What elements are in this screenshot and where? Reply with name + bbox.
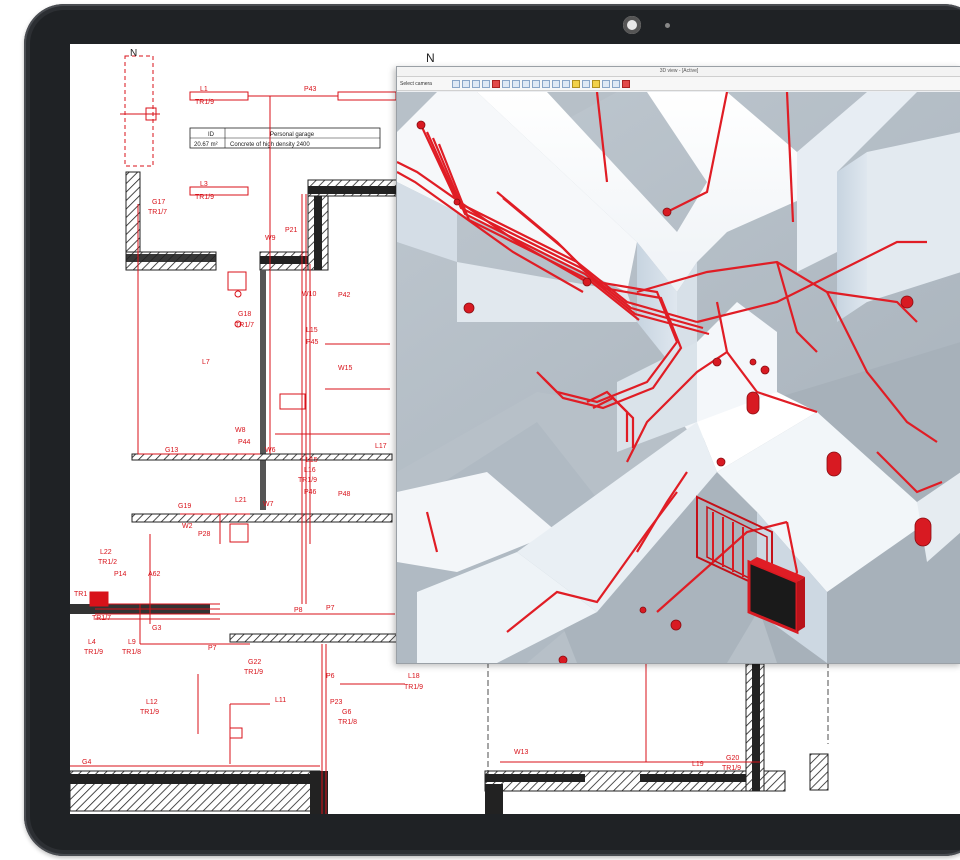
plan-element (124, 55, 154, 167)
plan-label: TR1/9 (244, 669, 263, 676)
select-tool-icon[interactable] (501, 79, 510, 88)
plan-label: P48 (338, 491, 351, 498)
plan-label: G13 (165, 447, 178, 454)
plan-label: G20 (726, 755, 739, 762)
plan-label: P21 (285, 227, 298, 234)
light-icon[interactable] (571, 79, 580, 88)
settings-icon[interactable] (611, 79, 620, 88)
print-icon[interactable] (531, 79, 540, 88)
3d-view-window[interactable]: 3D view - [Active] Select camera (396, 66, 960, 664)
section-icon[interactable] (561, 79, 570, 88)
plan-label: W6 (265, 447, 276, 454)
material-table: ID Personal garage 20.67 m² Concrete of … (189, 127, 381, 149)
plan-label: TR1/9 (722, 765, 741, 772)
plan-label: L7 (202, 359, 210, 366)
tablet-screen: N N ID Personal garage 20.67 m² Concrete… (70, 44, 960, 814)
plan-label: TR1/9 (404, 684, 423, 691)
front-camera-icon (623, 16, 641, 34)
select-camera-label[interactable]: Select camera (400, 81, 432, 87)
plan-label: L15 (306, 327, 318, 334)
orbit-tool-icon[interactable] (451, 79, 460, 88)
plan-label: TR1/7 (148, 209, 167, 216)
plan-label: L22 (100, 549, 112, 556)
plan-label: TR1/8 (338, 719, 357, 726)
plan-label: P43 (304, 86, 317, 93)
plan-label: P6 (326, 673, 335, 680)
plan-label: TR1/9 (195, 99, 214, 106)
light-sensor-icon (665, 23, 670, 28)
table-cell-area: 20.67 m² (194, 142, 218, 148)
plan-label: W9 (265, 235, 276, 242)
plan-label: TR1/9 (195, 194, 214, 201)
plan-label: G3 (152, 625, 161, 632)
plan-label: TR1/7 (92, 615, 111, 622)
plan-label: G19 (178, 503, 191, 510)
plan-label: W10 (302, 291, 317, 298)
plan-label: W7 (263, 501, 274, 508)
plan-label: G17 (152, 199, 165, 206)
plan-label: TR1/9 (298, 477, 317, 484)
3d-scene-canvas[interactable] (397, 92, 960, 663)
plan-label: W15 (338, 365, 353, 372)
viewer-title: 3D view - [Active] (397, 67, 960, 77)
grid-icon[interactable] (551, 79, 560, 88)
plan-label: G4 (82, 759, 91, 766)
plan-label: P8 (294, 607, 303, 614)
pan-tool-icon[interactable] (461, 79, 470, 88)
render-icon[interactable] (581, 79, 590, 88)
plan-label: L18 (408, 673, 420, 680)
fit-view-icon[interactable] (521, 79, 530, 88)
north-marker-2: N (426, 51, 435, 65)
plan-label: L9 (128, 639, 136, 646)
plan-label: P23 (330, 699, 343, 706)
plan-label: G6 (342, 709, 351, 716)
material-icon[interactable] (591, 79, 600, 88)
plan-label: TR1/2 (98, 559, 117, 566)
plan-label: L19 (692, 761, 704, 768)
plan-label: L3 (200, 181, 208, 188)
plan-label: P44 (238, 439, 251, 446)
plan-label: P42 (338, 292, 351, 299)
plan-label: G18 (238, 311, 251, 318)
plan-label: L12 (146, 699, 158, 706)
plan-label: TR1/9 (84, 649, 103, 656)
plan-label: TR1/8 (122, 649, 141, 656)
plan-label: W2 (182, 523, 193, 530)
plan-label: TR1/7 (235, 322, 254, 329)
plan-label: L17 (375, 443, 387, 450)
export-icon[interactable] (601, 79, 610, 88)
plan-label: P45 (306, 339, 319, 346)
plan-label: TR1/9 (140, 709, 159, 716)
viewer-toolbar: Select camera (397, 77, 960, 91)
plan-label: P14 (114, 571, 127, 578)
plan-label: L11 (275, 697, 286, 704)
plan-label: L21 (235, 497, 247, 504)
plan-label: L1 (200, 86, 208, 93)
table-header-id: ID (208, 132, 215, 138)
zoom-tool-icon[interactable] (471, 79, 480, 88)
plan-label: L16 (304, 467, 316, 474)
close-render-icon[interactable] (621, 79, 630, 88)
plan-label: P7 (326, 605, 335, 612)
rotate-tool-icon[interactable] (481, 79, 490, 88)
plan-label: W13 (514, 749, 529, 756)
plan-label: L15 (306, 457, 318, 464)
north-marker: N (130, 48, 137, 59)
plan-label: P7 (208, 645, 217, 652)
plan-label: W8 (235, 427, 246, 434)
stop-tool-icon[interactable] (491, 79, 500, 88)
table-header-name: Personal garage (270, 132, 315, 138)
plan-label: TR1 (74, 591, 87, 598)
plan-label: P28 (198, 531, 211, 538)
move-tool-icon[interactable] (511, 79, 520, 88)
plan-label: P46 (304, 489, 317, 496)
plan-label: A62 (148, 571, 161, 578)
plan-label: L4 (88, 639, 96, 646)
camera-icon[interactable] (541, 79, 550, 88)
plan-label: G22 (248, 659, 261, 666)
